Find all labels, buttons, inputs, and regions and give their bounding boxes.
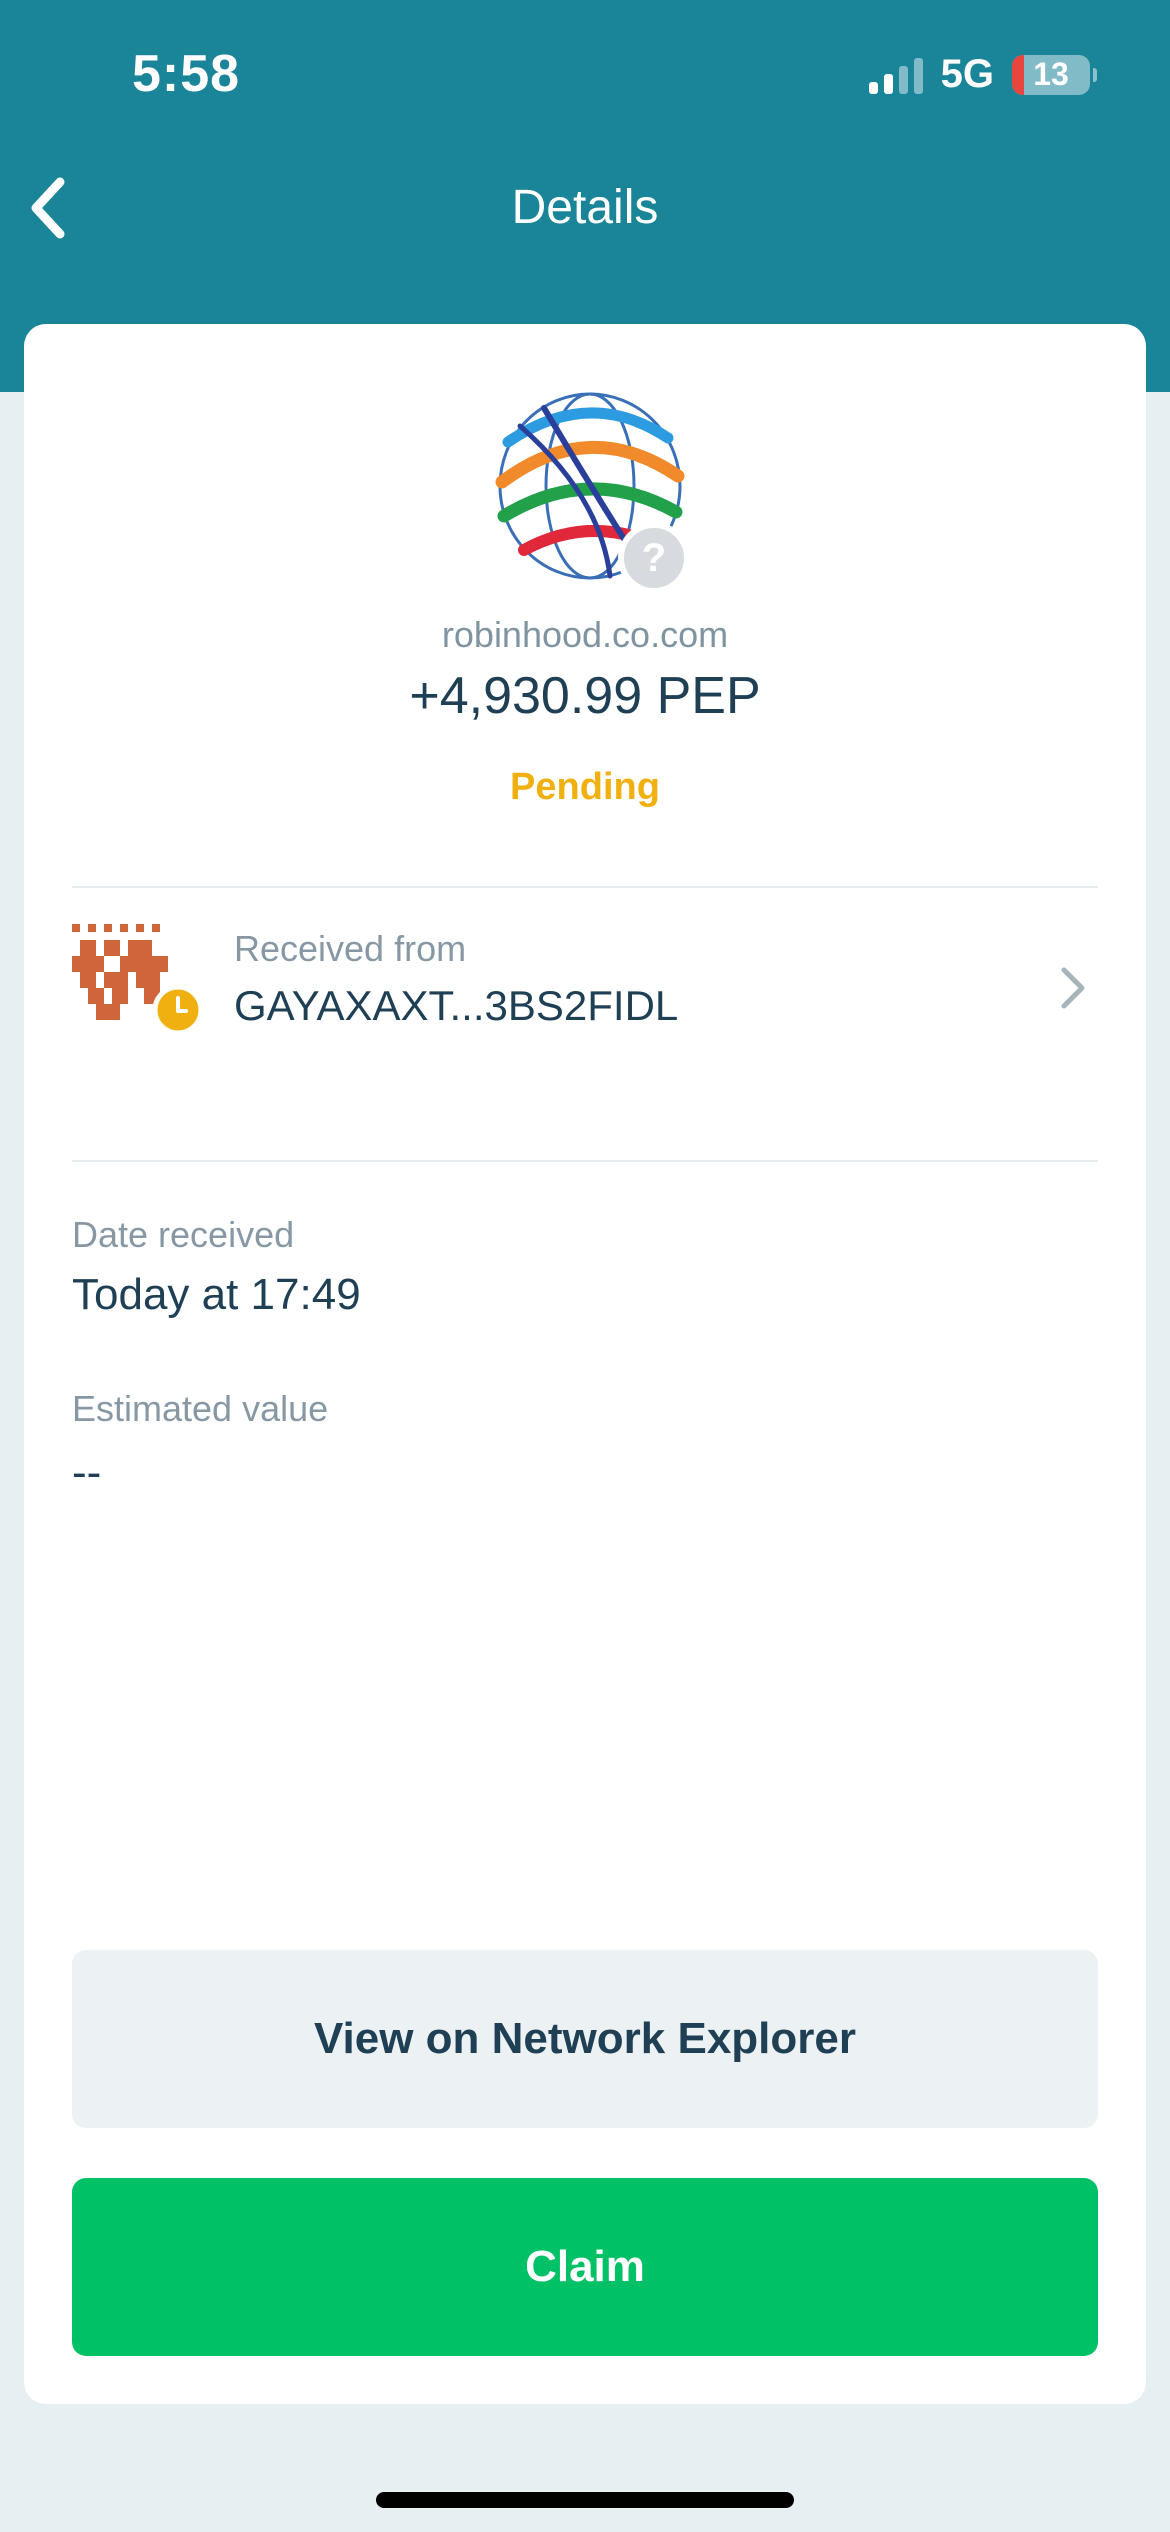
transaction-card: ? robinhood.co.com +4,930.99 PEP Pending	[24, 324, 1146, 2404]
claim-label: Claim	[525, 2242, 645, 2291]
sender-address: GAYAXAXT...3BS2FIDL	[234, 982, 679, 1029]
estimated-value: --	[72, 1448, 102, 1497]
sender-label: Received from	[234, 928, 467, 969]
status-badge: Pending	[510, 766, 660, 808]
details-screen: 5:58 5G 13 Details ? robinhood.co.com +4…	[0, 0, 1170, 2532]
chevron-right-icon	[1061, 967, 1085, 1009]
sender-row[interactable]: Received from GAYAXAXT...3BS2FIDL	[72, 888, 1098, 1038]
view-explorer-label: View on Network Explorer	[313, 2014, 856, 2063]
token-amount: +4,930.99 PEP	[409, 667, 761, 725]
network-label: 5G	[940, 52, 994, 96]
divider	[72, 1160, 1098, 1162]
page-title: Details	[511, 181, 659, 234]
token-domain: robinhood.co.com	[441, 614, 729, 655]
estimated-value-label: Estimated value	[72, 1388, 329, 1429]
claim-button[interactable]: Claim	[72, 2178, 1098, 2356]
view-explorer-button[interactable]: View on Network Explorer	[72, 1950, 1098, 2128]
question-mark-icon: ?	[618, 522, 690, 594]
battery-icon: 13	[1012, 54, 1097, 95]
clock-icon	[152, 984, 204, 1036]
home-indicator[interactable]	[376, 2492, 794, 2508]
date-received-label: Date received	[72, 1214, 295, 1255]
status-icons: 5G 13	[868, 52, 1097, 97]
signal-icon	[868, 56, 923, 94]
battery-level: 13	[1033, 56, 1069, 92]
date-received-value: Today at 17:49	[72, 1270, 361, 1319]
status-time: 5:58	[132, 45, 241, 103]
badge-text: ?	[641, 535, 667, 580]
